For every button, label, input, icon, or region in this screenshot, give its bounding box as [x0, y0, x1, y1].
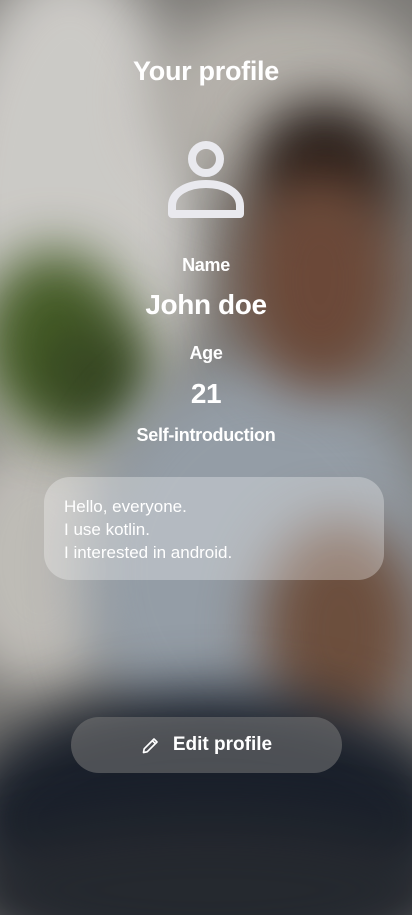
- age-label: Age: [189, 343, 223, 363]
- pencil-icon: [142, 738, 158, 754]
- person-icon: [166, 140, 246, 220]
- self-introduction-label: Self-introduction: [136, 425, 276, 445]
- name-label: Name: [182, 255, 230, 275]
- edit-profile-label: Edit profile: [172, 734, 273, 755]
- intro-line: I use kotlin.: [64, 520, 150, 539]
- name-value: John doe: [145, 289, 267, 320]
- age-value: 21: [190, 378, 222, 409]
- intro-line: I interested in android.: [64, 543, 233, 562]
- intro-line: Hello, everyone.: [64, 497, 187, 516]
- edit-profile-button[interactable]: Edit profile: [71, 717, 342, 773]
- profile-content: Your profile Name John doe Age 21 Self-i…: [0, 0, 412, 915]
- self-introduction-box: Hello, everyone. I use kotlin. I interes…: [44, 477, 384, 580]
- profile-screen: Your profile Name John doe Age 21 Self-i…: [0, 0, 412, 915]
- page-title: Your profile: [133, 56, 279, 86]
